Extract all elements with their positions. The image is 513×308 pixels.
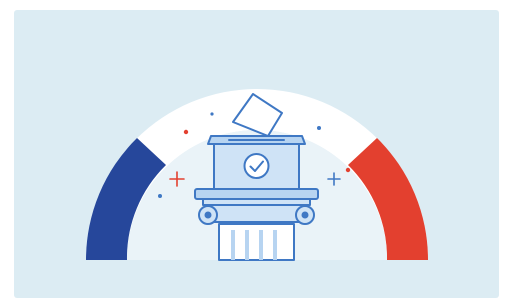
election-illustration-card <box>14 10 499 298</box>
sparkle-dot <box>317 126 321 130</box>
election-illustration <box>14 10 499 298</box>
sparkle-dot <box>345 167 351 173</box>
right-volute-core <box>301 211 309 219</box>
sparkle-dot <box>210 112 214 116</box>
checkmark-icon <box>243 153 270 179</box>
left-volute-core <box>204 211 212 219</box>
image-frame <box>0 0 513 308</box>
sparkle-dot <box>158 194 162 198</box>
sparkle-dot <box>183 129 189 135</box>
ballot-box <box>207 135 306 190</box>
